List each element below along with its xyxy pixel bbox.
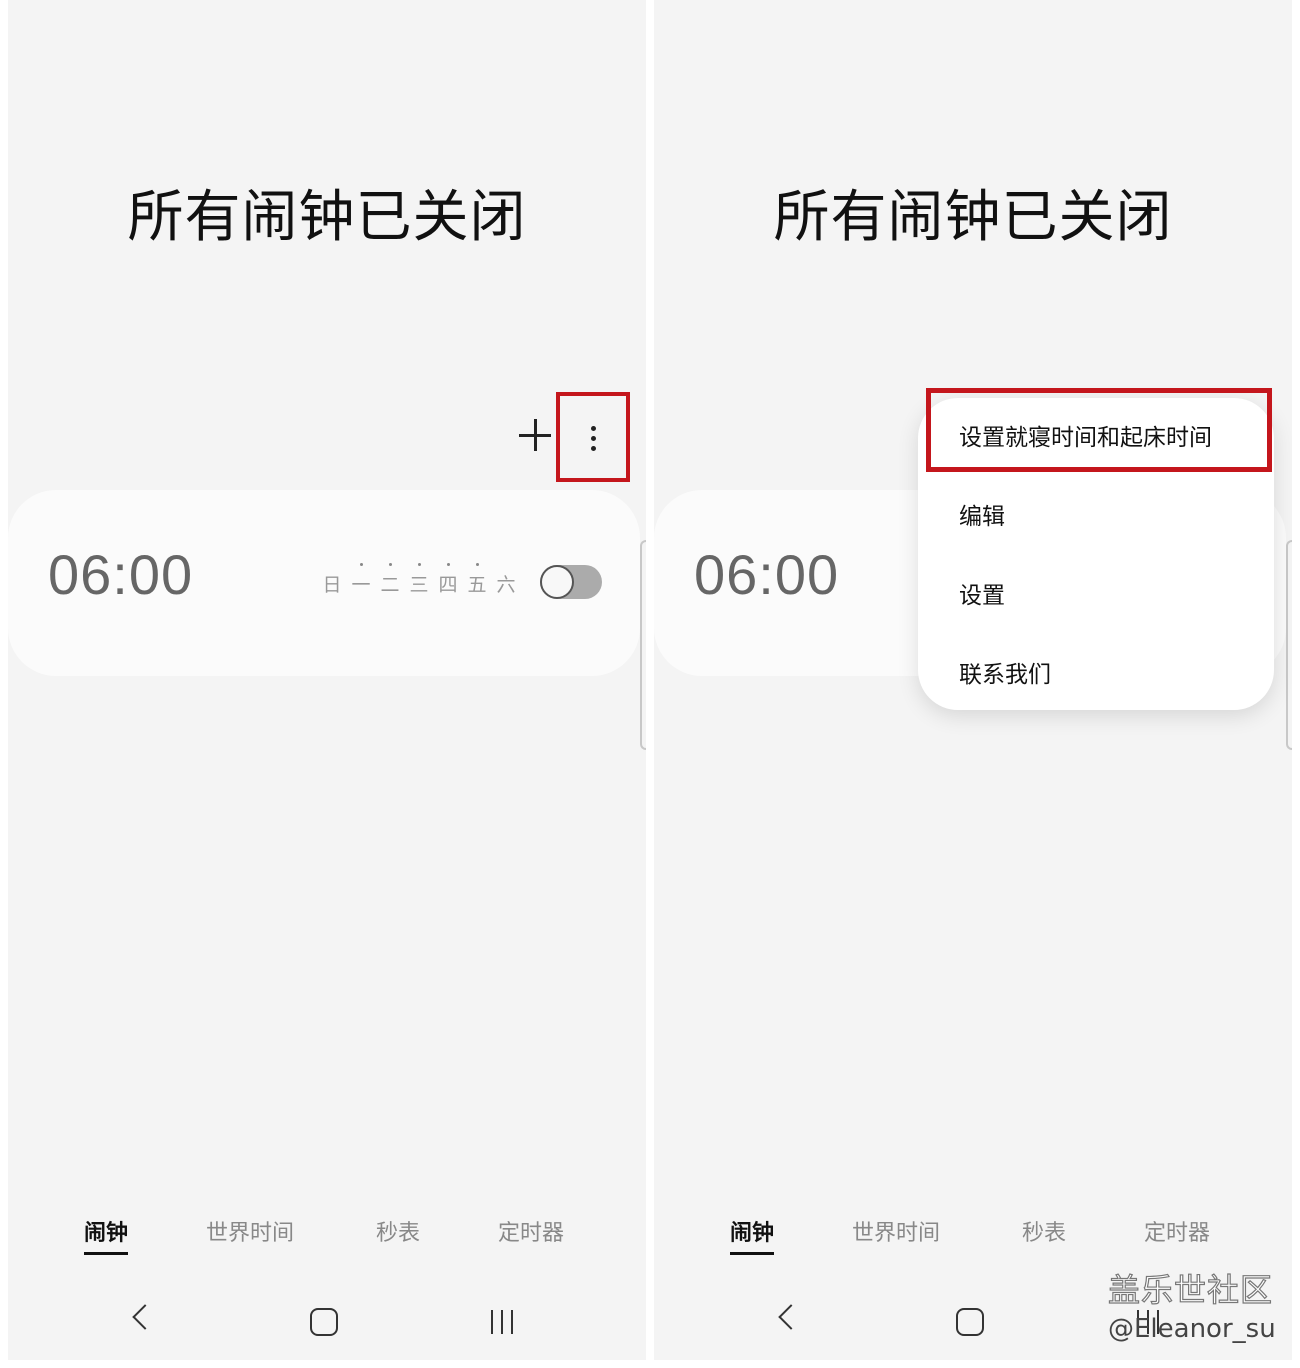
watermark-author: @Eleanor_su (1108, 1314, 1276, 1344)
right-screen: 所有闹钟已关闭 06:00 设置就寝时间和起床时间 编辑 设置 联系我们 闹钟 … (654, 0, 1292, 1360)
toggle-knob (540, 565, 574, 599)
left-screen: 所有闹钟已关闭 06:00 日 一 二 三 四 五 六 闹钟 世界时间 秒表 定… (8, 0, 646, 1360)
page-title: 所有闹钟已关闭 (127, 185, 527, 250)
day-thu: 四 (438, 563, 458, 597)
watermark-community: 盖乐世社区 (1107, 1270, 1274, 1309)
add-alarm-button[interactable] (513, 412, 559, 458)
alarm-time: 06:00 (48, 543, 194, 606)
back-icon[interactable] (132, 1304, 158, 1330)
alarm-time: 06:00 (694, 543, 840, 606)
more-options-button[interactable] (556, 392, 630, 482)
bottom-tabs: 闹钟 世界时间 秒表 定时器 (8, 1215, 646, 1255)
menu-item-edit[interactable]: 编辑 (959, 497, 1005, 531)
home-icon[interactable] (956, 1308, 984, 1336)
menu-item-settings[interactable]: 设置 (959, 576, 1005, 610)
back-icon[interactable] (778, 1304, 804, 1330)
tab-world-clock[interactable]: 世界时间 (206, 1215, 294, 1247)
day-sun: 日 (322, 574, 342, 596)
page-title: 所有闹钟已关闭 (773, 185, 1173, 250)
day-fri: 五 (467, 563, 487, 597)
tab-world-clock[interactable]: 世界时间 (852, 1215, 940, 1247)
recent-apps-icon[interactable] (489, 1310, 515, 1334)
menu-item-contact-us[interactable]: 联系我们 (959, 655, 1051, 689)
day-tue: 二 (380, 563, 400, 597)
tab-timer[interactable]: 定时器 (1144, 1215, 1210, 1247)
home-icon[interactable] (310, 1308, 338, 1336)
edge-panel-handle[interactable] (1286, 540, 1292, 750)
tab-stopwatch[interactable]: 秒表 (376, 1215, 420, 1247)
tab-stopwatch[interactable]: 秒表 (1022, 1215, 1066, 1247)
tab-alarm[interactable]: 闹钟 (84, 1215, 129, 1255)
tab-alarm[interactable]: 闹钟 (730, 1215, 775, 1255)
day-sat: 六 (496, 574, 516, 596)
highlight-box (926, 388, 1272, 472)
day-wed: 三 (409, 563, 429, 597)
day-mon: 一 (351, 563, 371, 597)
bottom-tabs: 闹钟 世界时间 秒表 定时器 (654, 1215, 1292, 1255)
alarm-card[interactable]: 06:00 日 一 二 三 四 五 六 (8, 490, 640, 676)
tab-timer[interactable]: 定时器 (498, 1215, 564, 1247)
alarm-days: 日 一 二 三 四 五 六 (322, 563, 516, 597)
alarm-toggle[interactable] (540, 565, 602, 599)
edge-panel-handle[interactable] (640, 540, 646, 750)
